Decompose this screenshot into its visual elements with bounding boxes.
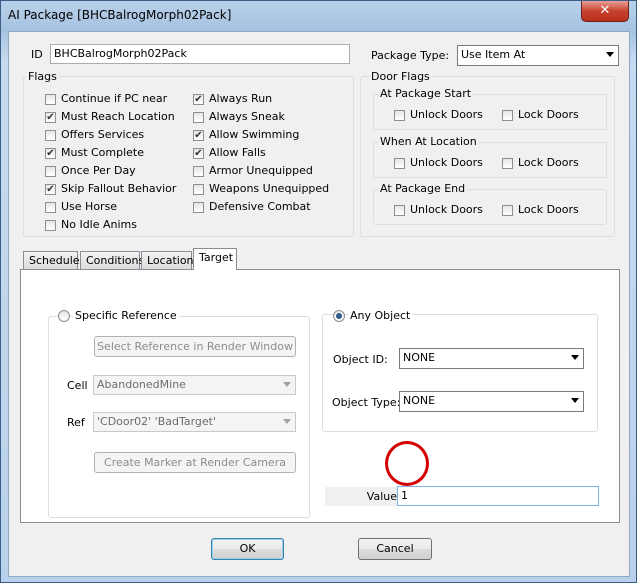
flag-checkbox[interactable] xyxy=(193,166,204,177)
tab-location[interactable]: Location xyxy=(141,251,194,269)
radio-selected-dot xyxy=(336,313,342,319)
flag-checkbox[interactable] xyxy=(45,220,56,231)
specific-reference-radio[interactable] xyxy=(58,310,70,322)
unlock-doors-checkbox[interactable] xyxy=(394,158,405,169)
select-reference-button[interactable]: Select Reference in Render Window xyxy=(94,336,296,357)
flag-label: Offers Services xyxy=(61,128,145,141)
tab-schedule[interactable]: Schedule xyxy=(23,251,80,269)
cancel-button[interactable]: Cancel xyxy=(358,538,432,560)
any-object-radio[interactable] xyxy=(333,310,345,322)
ok-button[interactable]: OK xyxy=(211,538,284,560)
unlock-doors-label: Unlock Doors xyxy=(410,108,483,121)
package-type-select[interactable]: Use Item At xyxy=(457,45,619,66)
flag-checkbox[interactable]: ✔ xyxy=(193,148,204,159)
lock-doors-label: Lock Doors xyxy=(518,203,579,216)
object-type-value: NONE xyxy=(403,394,436,407)
lock-doors-label: Lock Doors xyxy=(518,156,579,169)
tab-target[interactable]: Target xyxy=(193,248,237,270)
unlock-doors-checkbox[interactable] xyxy=(394,205,405,216)
flag-label: Weapons Unequipped xyxy=(209,182,330,195)
flag-label: Always Run xyxy=(209,92,273,105)
lock-doors-label: Lock Doors xyxy=(518,108,579,121)
lock-doors-checkbox[interactable] xyxy=(502,205,513,216)
close-button[interactable]: ✕ xyxy=(581,1,629,22)
flag-checkbox[interactable]: ✔ xyxy=(45,184,56,195)
lock-doors-checkbox[interactable] xyxy=(502,110,513,121)
flag-checkbox[interactable] xyxy=(45,166,56,177)
unlock-doors-checkbox[interactable] xyxy=(394,110,405,121)
lock-doors-checkbox[interactable] xyxy=(502,158,513,169)
flag-checkbox[interactable]: ✔ xyxy=(193,130,204,141)
chevron-down-icon xyxy=(571,398,579,403)
flag-label: No Idle Anims xyxy=(61,218,138,231)
door-flag-subgroup-legend: When At Location xyxy=(378,135,479,148)
flag-checkbox[interactable] xyxy=(193,184,204,195)
object-type-label: Object Type: xyxy=(332,396,401,409)
flag-checkbox[interactable] xyxy=(45,130,56,141)
package-type-value: Use Item At xyxy=(461,48,526,61)
ai-package-window: AI Package [BHCBalrogMorph02Pack] ✕ ID B… xyxy=(0,0,637,583)
tab-conditions[interactable]: Conditions xyxy=(80,251,144,269)
chevron-down-icon xyxy=(283,382,291,387)
chevron-down-icon xyxy=(606,52,614,57)
cell-value: AbandonedMine xyxy=(97,378,186,391)
object-id-select[interactable]: NONE xyxy=(399,348,584,369)
value-field[interactable]: 1 xyxy=(397,486,599,506)
flag-label: Must Complete xyxy=(61,146,145,159)
unlock-doors-label: Unlock Doors xyxy=(410,203,483,216)
specific-reference-label: Specific Reference xyxy=(73,309,179,322)
flag-label: Once Per Day xyxy=(61,164,136,177)
annotation-circle xyxy=(385,441,429,486)
cell-select[interactable]: AbandonedMine xyxy=(93,375,296,395)
id-label: ID xyxy=(31,48,43,61)
flag-checkbox[interactable]: ✔ xyxy=(45,148,56,159)
flag-checkbox[interactable]: ✔ xyxy=(193,94,204,105)
flag-label: Armor Unequipped xyxy=(209,164,313,177)
target-tab-panel: Specific Reference Select Reference in R… xyxy=(20,269,620,523)
ref-label: Ref xyxy=(67,416,85,429)
flags-legend: Flags xyxy=(26,70,59,83)
flag-checkbox[interactable] xyxy=(193,202,204,213)
any-object-label: Any Object xyxy=(348,309,413,322)
cell-label: Cell xyxy=(67,379,88,392)
flag-label: Defensive Combat xyxy=(209,200,311,213)
flag-checkbox[interactable] xyxy=(45,202,56,213)
flag-label: Allow Falls xyxy=(209,146,266,159)
object-type-select[interactable]: NONE xyxy=(399,391,584,412)
door-flag-subgroup-legend: At Package Start xyxy=(378,87,474,100)
dialog-body: ID BHCBalrogMorph02Pack Package Type: Us… xyxy=(8,31,630,577)
chevron-down-icon xyxy=(283,419,291,424)
door-flag-subgroup-legend: At Package End xyxy=(378,182,468,195)
id-field[interactable]: BHCBalrogMorph02Pack xyxy=(50,44,350,64)
flag-label: Always Sneak xyxy=(209,110,285,123)
flag-checkbox[interactable] xyxy=(45,94,56,105)
object-id-label: Object ID: xyxy=(333,353,388,366)
flag-checkbox[interactable] xyxy=(193,112,204,123)
chevron-down-icon xyxy=(571,355,579,360)
any-object-group xyxy=(322,314,598,432)
title-bar[interactable]: AI Package [BHCBalrogMorph02Pack] ✕ xyxy=(1,1,636,29)
ref-select[interactable]: 'CDoor02' 'BadTarget' xyxy=(93,412,296,432)
door-flags-legend: Door Flags xyxy=(369,70,432,83)
ref-value: 'CDoor02' 'BadTarget' xyxy=(97,415,217,428)
flag-label: Must Reach Location xyxy=(61,110,175,123)
unlock-doors-label: Unlock Doors xyxy=(410,156,483,169)
object-id-value: NONE xyxy=(403,351,436,364)
flag-label: Skip Fallout Behavior xyxy=(61,182,177,195)
flag-checkbox[interactable]: ✔ xyxy=(45,112,56,123)
package-type-label: Package Type: xyxy=(371,49,450,62)
flag-label: Continue if PC near xyxy=(61,92,168,105)
value-label: Value xyxy=(325,487,397,506)
flag-label: Use Horse xyxy=(61,200,118,213)
window-title: AI Package [BHCBalrogMorph02Pack] xyxy=(8,8,232,22)
create-marker-button[interactable]: Create Marker at Render Camera xyxy=(94,452,296,473)
flag-label: Allow Swimming xyxy=(209,128,300,141)
